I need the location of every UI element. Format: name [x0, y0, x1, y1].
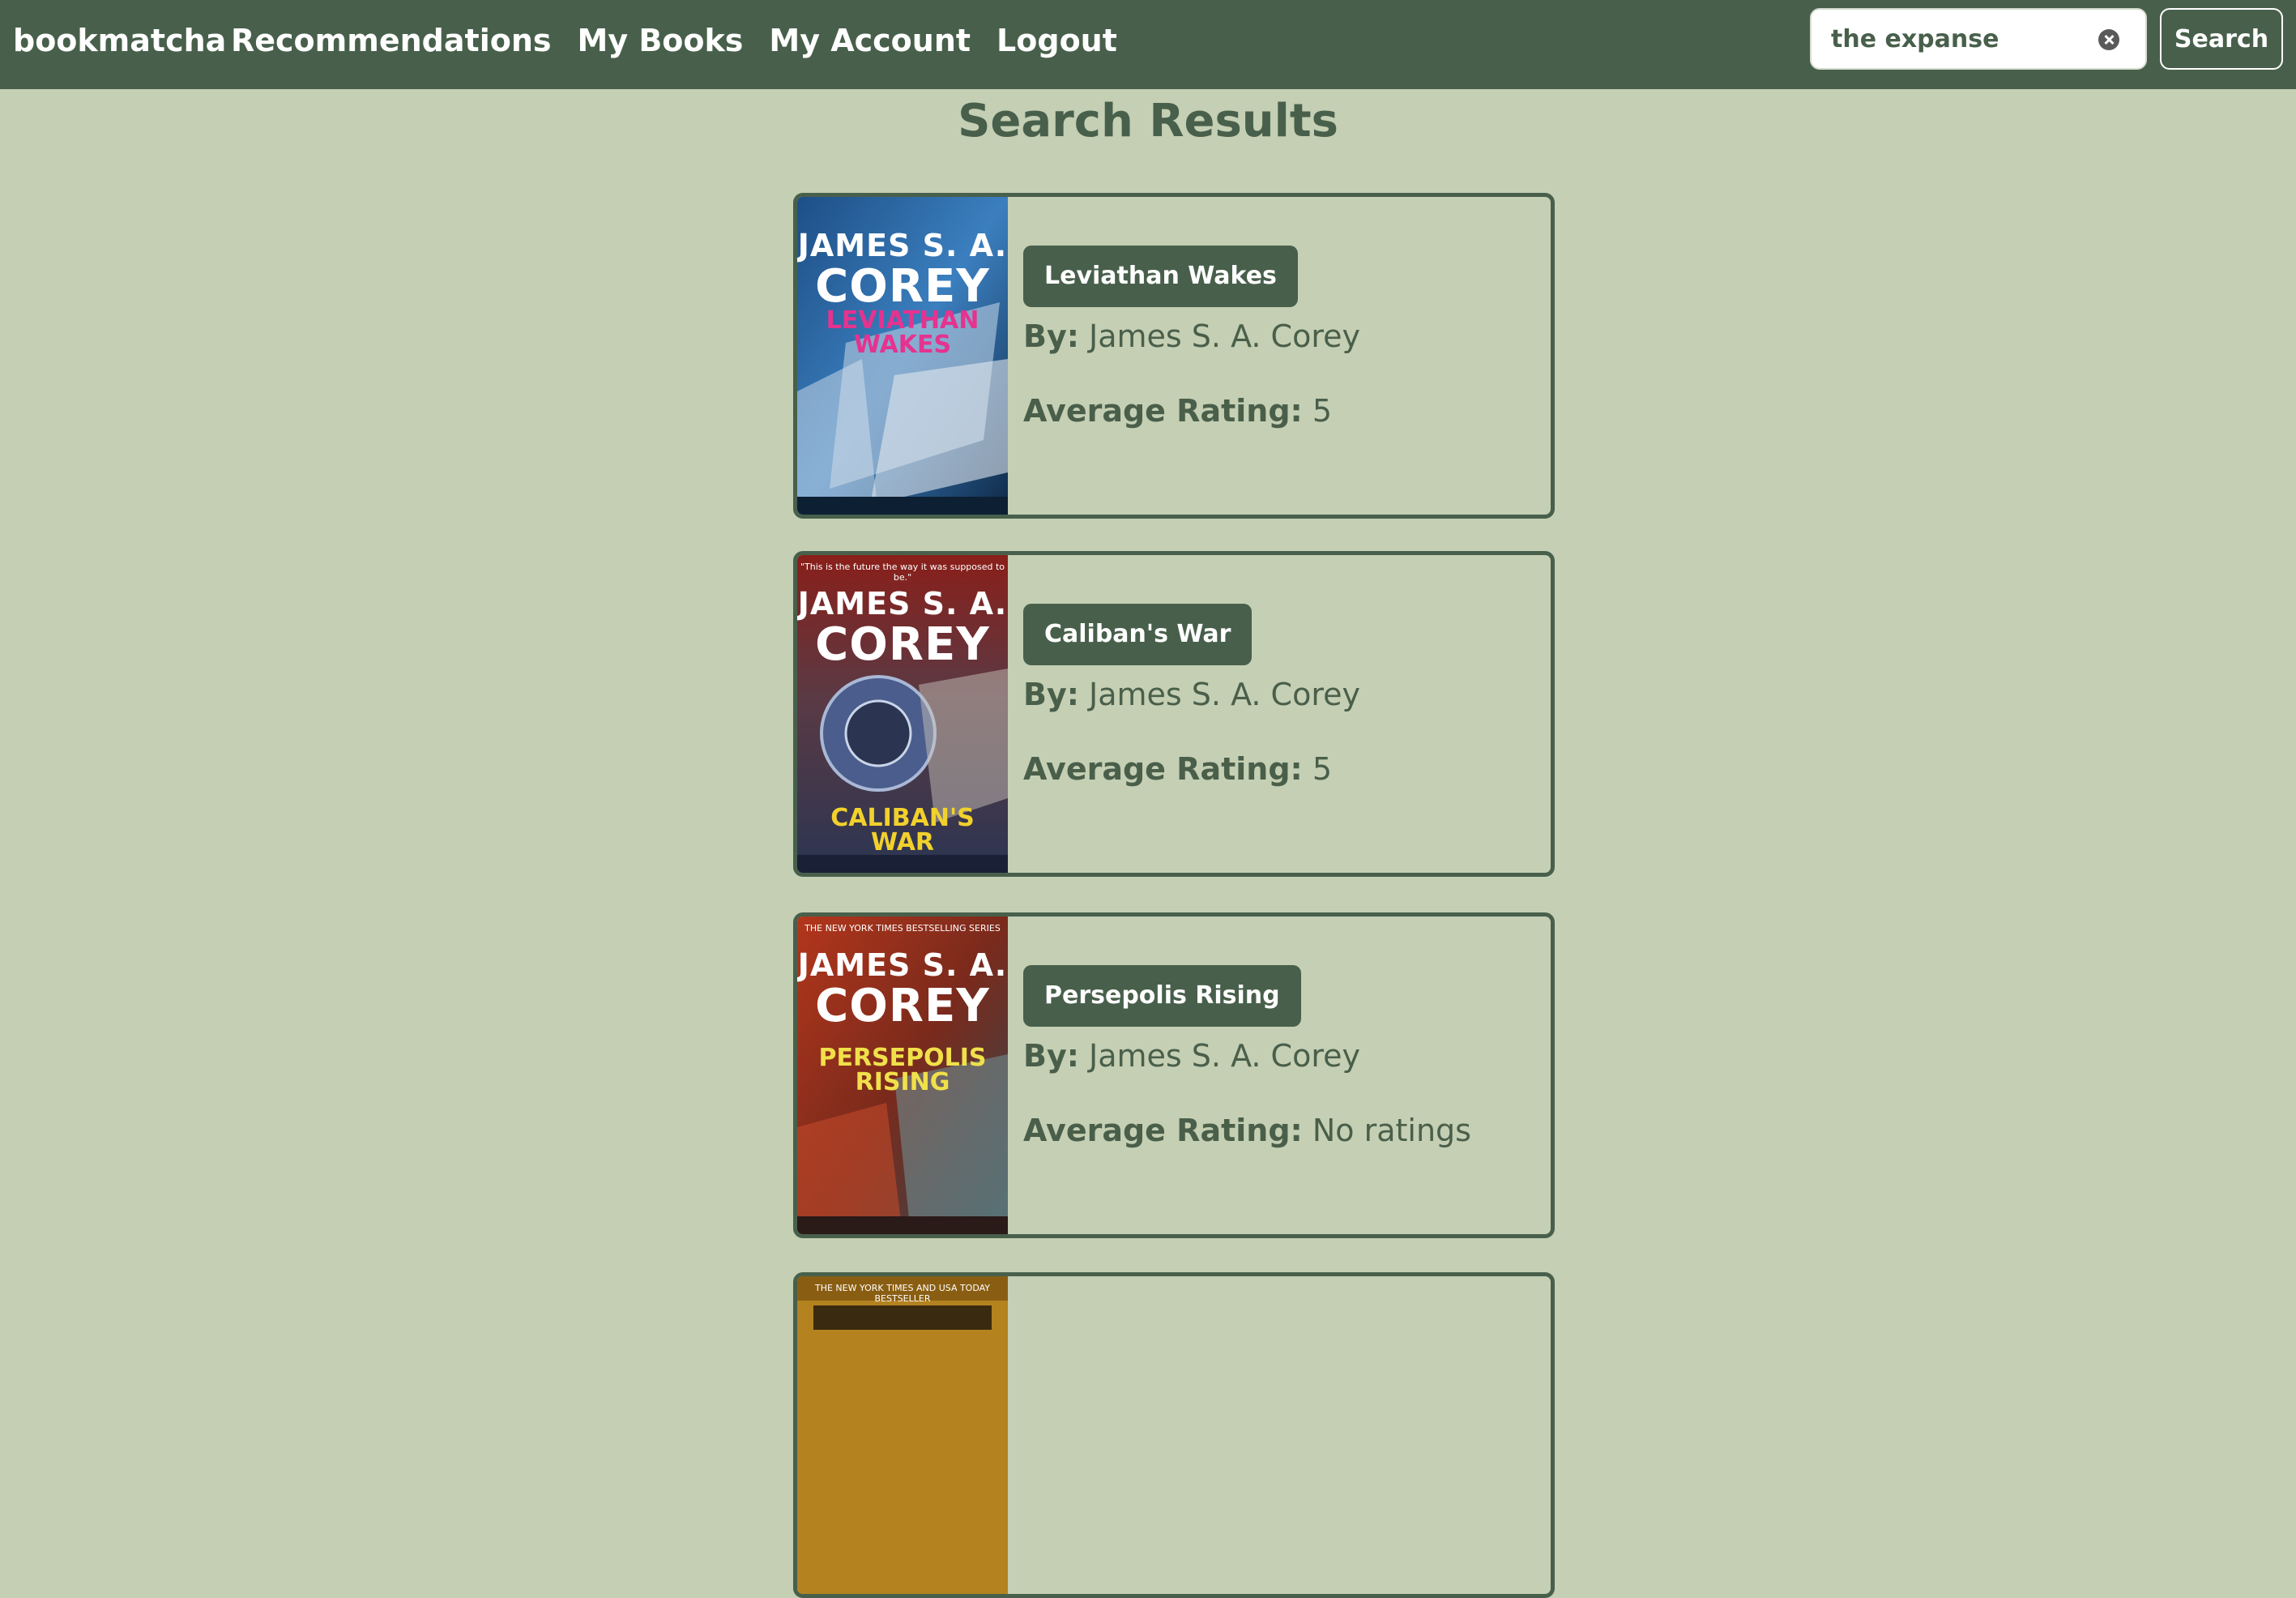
page-title: Search Results — [958, 95, 1338, 147]
cover-author-last: COREY — [815, 260, 990, 313]
cover-tagline: THE NEW YORK TIMES AND USA TODAY BESTSEL… — [814, 1283, 991, 1304]
result-card: "This is the future the way it was suppo… — [793, 551, 1555, 877]
book-title-button[interactable]: Caliban's War — [1023, 604, 1253, 665]
rating-label: Average Rating: — [1023, 751, 1303, 787]
cover-title: LEVIATHAN WAKES — [826, 306, 979, 359]
book-author: By: James S. A. Corey — [1023, 677, 1360, 712]
book-rating: Average Rating: No ratings — [1023, 1113, 1471, 1148]
cover-author-first: JAMES S. A. — [797, 228, 1008, 263]
author-value: James S. A. Corey — [1089, 677, 1360, 712]
cover-title: PERSEPOLIS RISING — [818, 1044, 987, 1096]
book-author: By: James S. A. Corey — [1023, 1038, 1360, 1074]
book-rating: Average Rating: 5 — [1023, 751, 1332, 787]
nav-link-my-books[interactable]: My Books — [578, 0, 744, 81]
rating-label: Average Rating: — [1023, 393, 1303, 429]
clear-search-icon[interactable] — [2098, 29, 2119, 50]
rating-value: No ratings — [1312, 1113, 1471, 1148]
nav-link-my-account[interactable]: My Account — [769, 0, 971, 81]
cover-title: CALIBAN'S WAR — [830, 804, 975, 857]
book-rating: Average Rating: 5 — [1023, 393, 1332, 429]
cover-author-first: JAMES S. A. — [797, 947, 1008, 983]
book-title-button[interactable]: Persepolis Rising — [1023, 965, 1301, 1027]
book-cover[interactable]: "This is the future the way it was suppo… — [797, 555, 1008, 873]
author-label: By: — [1023, 1038, 1079, 1074]
book-cover[interactable]: JAMES S. A. COREY LEVIATHAN WAKES — [797, 197, 1008, 515]
cover-author-last: COREY — [815, 618, 990, 671]
author-label: By: — [1023, 677, 1079, 712]
nav-link-recommendations[interactable]: Recommendations — [231, 0, 552, 81]
author-value: James S. A. Corey — [1089, 318, 1360, 354]
result-card: THE NEW YORK TIMES AND USA TODAY BESTSEL… — [793, 1272, 1555, 1598]
search-button[interactable]: Search — [2160, 8, 2283, 70]
book-title-button[interactable]: Leviathan Wakes — [1023, 246, 1298, 307]
navbar: bookmatcha Recommendations My Books My A… — [0, 0, 2296, 89]
search-box — [1810, 8, 2147, 70]
result-card: JAMES S. A. COREY LEVIATHAN WAKES Leviat… — [793, 193, 1555, 519]
cover-tagline: "This is the future the way it was suppo… — [800, 562, 1005, 583]
book-cover[interactable]: THE NEW YORK TIMES BESTSELLING SERIES JA… — [797, 916, 1008, 1234]
author-value: James S. A. Corey — [1089, 1038, 1360, 1074]
brand-link[interactable]: bookmatcha — [13, 0, 226, 81]
book-cover[interactable]: THE NEW YORK TIMES AND USA TODAY BESTSEL… — [797, 1276, 1008, 1594]
result-card: THE NEW YORK TIMES BESTSELLING SERIES JA… — [793, 912, 1555, 1238]
nav-link-logout[interactable]: Logout — [996, 0, 1117, 81]
cover-author-last: COREY — [815, 980, 990, 1032]
rating-value: 5 — [1312, 393, 1333, 429]
author-label: By: — [1023, 318, 1079, 354]
search-input[interactable] — [1831, 10, 2090, 68]
cover-art-partial — [797, 1276, 1008, 1594]
cover-tagline: THE NEW YORK TIMES BESTSELLING SERIES — [804, 923, 1001, 934]
book-author: By: James S. A. Corey — [1023, 318, 1360, 354]
cover-author-first: JAMES S. A. — [797, 586, 1008, 622]
rating-label: Average Rating: — [1023, 1113, 1303, 1148]
nav-links: Recommendations My Books My Account Logo… — [231, 0, 1143, 81]
rating-value: 5 — [1312, 751, 1333, 787]
